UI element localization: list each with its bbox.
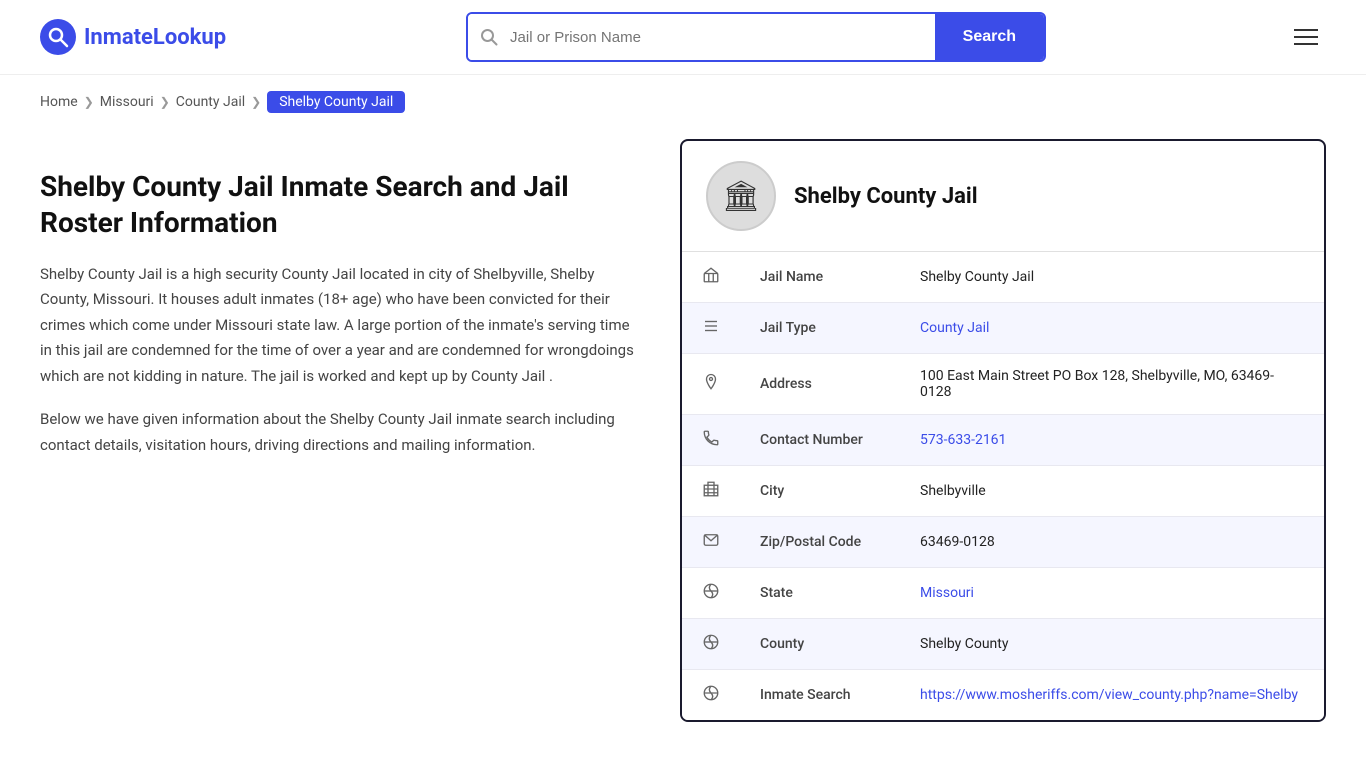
globe-icon	[682, 568, 740, 619]
search-input[interactable]	[510, 19, 935, 56]
search-globe-icon	[682, 670, 740, 721]
field-link[interactable]: 573-633-2161	[920, 432, 1006, 448]
breadcrumb-home[interactable]: Home	[40, 94, 78, 110]
search-bar: Search	[466, 12, 1046, 62]
jail-info-table: Jail NameShelby County JailJail Type Coun…	[682, 252, 1324, 720]
breadcrumb-missouri[interactable]: Missouri	[100, 94, 154, 110]
field-label: Inmate Search	[740, 670, 900, 721]
table-row: State Missouri	[682, 568, 1324, 619]
jail-info-card: 🏛 Shelby County Jail Jail NameShelby Cou…	[680, 139, 1326, 722]
breadcrumb-sep-2: ❯	[160, 95, 170, 109]
jail-card-title: Shelby County Jail	[794, 184, 978, 209]
field-link[interactable]: Missouri	[920, 585, 974, 601]
county-icon	[682, 619, 740, 670]
field-link[interactable]: https://www.mosheriffs.com/view_county.p…	[920, 687, 1298, 703]
zip-icon	[682, 517, 740, 568]
table-row: Zip/Postal Code63469-0128	[682, 517, 1324, 568]
field-value: Shelby County	[900, 619, 1324, 670]
hamburger-line-1	[1294, 29, 1318, 31]
field-value: Shelbyville	[900, 466, 1324, 517]
breadcrumb-sep-1: ❯	[84, 95, 94, 109]
field-label: Contact Number	[740, 415, 900, 466]
breadcrumb-sep-3: ❯	[251, 95, 261, 109]
field-label: City	[740, 466, 900, 517]
field-value[interactable]: https://www.mosheriffs.com/view_county.p…	[900, 670, 1324, 721]
table-row: Address100 East Main Street PO Box 128, …	[682, 354, 1324, 415]
breadcrumb-current: Shelby County Jail	[267, 91, 405, 113]
logo-icon	[40, 19, 76, 55]
hamburger-line-3	[1294, 43, 1318, 45]
field-value[interactable]: 573-633-2161	[900, 415, 1324, 466]
page-title: Shelby County Jail Inmate Search and Jai…	[40, 169, 640, 242]
field-label: Jail Type	[740, 303, 900, 354]
breadcrumb: Home ❯ Missouri ❯ County Jail ❯ Shelby C…	[0, 75, 1366, 129]
table-row: CityShelbyville	[682, 466, 1324, 517]
field-link[interactable]: County Jail	[920, 320, 989, 336]
table-row: Jail Type County Jail	[682, 303, 1324, 354]
field-label: County	[740, 619, 900, 670]
logo[interactable]: InmateLookup	[40, 19, 226, 55]
field-label: State	[740, 568, 900, 619]
jail-icon	[682, 252, 740, 303]
pin-icon	[682, 354, 740, 415]
header: InmateLookup Search	[0, 0, 1366, 75]
table-row: Contact Number 573-633-2161	[682, 415, 1324, 466]
field-value: Shelby County Jail	[900, 252, 1324, 303]
right-column: 🏛 Shelby County Jail Jail NameShelby Cou…	[680, 129, 1326, 722]
list-icon	[682, 303, 740, 354]
city-icon	[682, 466, 740, 517]
logo-text: InmateLookup	[84, 25, 226, 50]
phone-icon	[682, 415, 740, 466]
search-bar-icon	[468, 14, 510, 60]
table-row: CountyShelby County	[682, 619, 1324, 670]
field-value: 63469-0128	[900, 517, 1324, 568]
table-row: Inmate Search https://www.mosheriffs.com/…	[682, 670, 1324, 721]
field-label: Jail Name	[740, 252, 900, 303]
menu-button[interactable]	[1286, 21, 1326, 53]
jail-card-header: 🏛 Shelby County Jail	[682, 141, 1324, 252]
page-description-2: Below we have given information about th…	[40, 407, 640, 458]
field-label: Zip/Postal Code	[740, 517, 900, 568]
field-value: 100 East Main Street PO Box 128, Shelbyv…	[900, 354, 1324, 415]
field-value[interactable]: Missouri	[900, 568, 1324, 619]
page-description-1: Shelby County Jail is a high security Co…	[40, 262, 640, 390]
table-row: Jail NameShelby County Jail	[682, 252, 1324, 303]
jail-avatar: 🏛	[706, 161, 776, 231]
breadcrumb-county-jail[interactable]: County Jail	[176, 94, 245, 110]
main-content: Shelby County Jail Inmate Search and Jai…	[0, 129, 1366, 762]
hamburger-line-2	[1294, 36, 1318, 38]
field-label: Address	[740, 354, 900, 415]
left-column: Shelby County Jail Inmate Search and Jai…	[40, 129, 680, 722]
search-button[interactable]: Search	[935, 14, 1044, 60]
field-value[interactable]: County Jail	[900, 303, 1324, 354]
